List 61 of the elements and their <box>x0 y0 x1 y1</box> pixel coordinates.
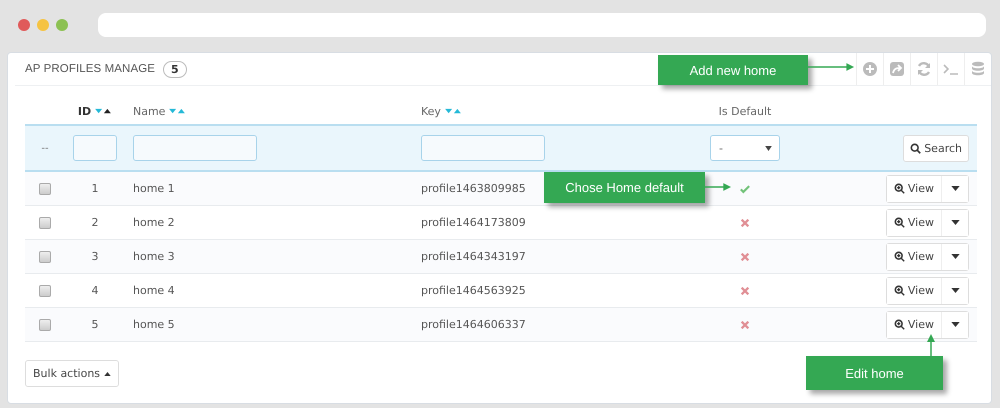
checkbox[interactable] <box>39 216 51 228</box>
name-cell: home 5 <box>133 318 175 331</box>
caret-icon <box>950 322 960 327</box>
view-button[interactable]: View <box>886 244 942 270</box>
callout: Chose Home default <box>544 172 705 203</box>
caret-icon <box>950 186 960 191</box>
zoom-in-icon <box>894 217 905 228</box>
id-cell: 4 <box>92 284 98 297</box>
caret-icon <box>104 372 112 376</box>
column-header: Is Default <box>718 104 772 118</box>
checkbox[interactable] <box>39 182 51 194</box>
column-header: Key <box>421 104 441 118</box>
callout: Edit home <box>806 356 943 390</box>
key-cell: profile1464173809 <box>421 216 526 229</box>
checkbox[interactable] <box>39 284 51 296</box>
column-header: Name <box>133 104 166 118</box>
zoom-in-icon <box>894 285 905 296</box>
arrow <box>926 334 936 356</box>
callout: Add new home <box>658 55 808 85</box>
zoom-in-icon <box>894 183 905 194</box>
name-cell: home 2 <box>133 216 175 229</box>
zoom-in-icon <box>894 319 905 330</box>
search-button[interactable]: Search <box>903 134 969 162</box>
id-cell: 5 <box>92 318 98 331</box>
sort-arrows-icon[interactable] <box>94 108 112 114</box>
id-cell: 2 <box>92 216 98 229</box>
arrow <box>705 182 732 192</box>
key-cell: profile1464563925 <box>421 284 526 297</box>
input-field[interactable] <box>421 135 545 161</box>
zoom-in-icon <box>894 251 905 262</box>
view-button[interactable]: View <box>886 278 942 304</box>
caret-icon <box>950 220 960 225</box>
count-badge: 5 <box>163 60 187 78</box>
reset-filter-text: -- <box>41 142 49 154</box>
name-cell: home 1 <box>133 182 175 195</box>
input-field[interactable] <box>133 135 257 161</box>
close-dot-icon[interactable] <box>18 19 30 31</box>
dropdown[interactable]: - <box>710 135 780 161</box>
bulk-actions-button[interactable]: Bulk actions <box>25 360 120 387</box>
name-cell: home 3 <box>133 250 175 263</box>
caret-icon <box>950 254 960 259</box>
key-cell: profile1463809985 <box>421 182 526 195</box>
caret-icon <box>765 146 772 150</box>
key-cell: profile1464343197 <box>421 250 526 263</box>
key-cell: profile1464606337 <box>421 318 526 331</box>
search-icon <box>910 142 922 154</box>
name-cell: home 4 <box>133 284 175 297</box>
checkbox[interactable] <box>39 250 51 262</box>
view-button[interactable]: View <box>886 210 942 236</box>
arrow <box>808 62 856 72</box>
caret-icon <box>950 288 960 293</box>
checkbox[interactable] <box>39 318 51 330</box>
panel-title: AP PROFILES MANAGE <box>25 63 156 75</box>
maximize-dot-icon[interactable] <box>56 19 68 31</box>
id-cell: 3 <box>92 250 98 263</box>
view-button[interactable]: View <box>886 176 942 202</box>
column-header: ID <box>78 104 92 118</box>
id-cell: 1 <box>92 182 98 195</box>
input-field[interactable] <box>73 135 117 161</box>
view-button[interactable]: View <box>886 312 942 338</box>
minimize-dot-icon[interactable] <box>37 19 49 31</box>
